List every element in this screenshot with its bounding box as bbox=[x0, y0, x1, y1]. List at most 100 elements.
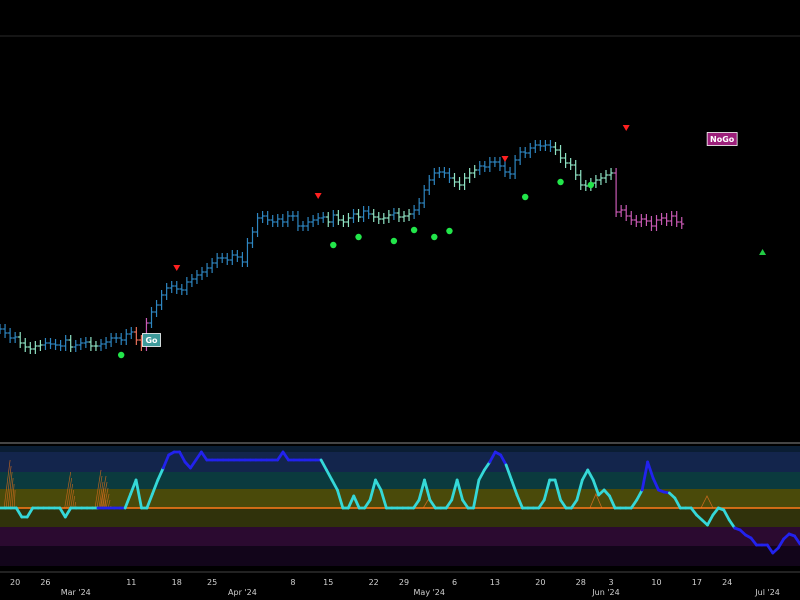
price-bar bbox=[83, 337, 89, 348]
price-bar bbox=[73, 340, 79, 352]
signal-dot bbox=[587, 181, 595, 189]
price-bar bbox=[335, 210, 341, 225]
price-bar bbox=[149, 307, 154, 328]
price-bar bbox=[285, 211, 291, 227]
price-bar bbox=[275, 214, 281, 227]
price-bar bbox=[512, 155, 518, 179]
price-bar bbox=[260, 211, 265, 223]
x-tick-label: 18 bbox=[172, 578, 182, 587]
price-bar bbox=[553, 142, 558, 155]
price-bar bbox=[194, 270, 200, 284]
price-bar bbox=[128, 327, 134, 339]
price-bar bbox=[452, 173, 457, 187]
x-tick-label: 10 bbox=[651, 578, 661, 587]
price-bar bbox=[68, 335, 74, 352]
price-bar bbox=[12, 332, 18, 343]
price-bar bbox=[164, 283, 170, 300]
x-tick-label: 28 bbox=[576, 578, 586, 587]
signal-dot bbox=[355, 233, 362, 241]
price-bar bbox=[108, 333, 114, 347]
price-bar bbox=[633, 215, 639, 227]
price-bar bbox=[659, 213, 664, 225]
price-bar bbox=[396, 208, 402, 222]
price-bar bbox=[638, 214, 644, 227]
price-bar bbox=[270, 215, 276, 227]
price-bar bbox=[214, 253, 220, 268]
price-bar bbox=[477, 161, 483, 175]
x-tick-label: 22 bbox=[369, 578, 379, 587]
signal-dot bbox=[410, 226, 418, 234]
price-bar bbox=[386, 210, 392, 223]
price-bar bbox=[88, 337, 94, 351]
price-bar bbox=[204, 263, 210, 277]
price-bar bbox=[674, 211, 680, 227]
x-tick-label: 15 bbox=[323, 578, 333, 587]
signal-dot bbox=[118, 351, 125, 359]
price-bar bbox=[568, 158, 574, 170]
price-bar bbox=[462, 173, 467, 190]
price-bar bbox=[381, 213, 387, 224]
price-bar bbox=[290, 211, 296, 221]
price-bar bbox=[654, 215, 659, 231]
price-bar bbox=[295, 211, 301, 231]
x-tick-label: 25 bbox=[207, 578, 217, 587]
price-bar bbox=[361, 206, 366, 222]
down-triangle-marker bbox=[622, 125, 630, 131]
price-bar bbox=[351, 209, 356, 223]
price-bar bbox=[98, 339, 104, 351]
price-bar bbox=[48, 338, 53, 349]
price-bar bbox=[154, 300, 159, 317]
price-bar bbox=[341, 215, 346, 227]
price-bar bbox=[543, 140, 548, 151]
price-bar bbox=[199, 267, 205, 280]
price-bar bbox=[356, 209, 361, 222]
price-bar bbox=[608, 168, 614, 180]
price-bar bbox=[22, 338, 28, 352]
price-bar bbox=[431, 168, 437, 185]
price-bar bbox=[482, 161, 488, 172]
x-axis: 20261118258152229613202831017248Mar '24A… bbox=[0, 571, 800, 597]
price-bar bbox=[159, 290, 164, 310]
price-bar bbox=[558, 145, 563, 163]
down-triangle-marker bbox=[501, 156, 509, 162]
up-triangle-marker bbox=[759, 249, 767, 255]
x-tick-label: 26 bbox=[40, 578, 50, 587]
price-bar bbox=[63, 335, 69, 351]
price-bar bbox=[618, 205, 624, 217]
price-bar bbox=[598, 173, 604, 185]
x-tick-label: 20 bbox=[535, 578, 545, 587]
price-bar bbox=[527, 143, 533, 158]
price-bar bbox=[27, 342, 33, 354]
price-bar bbox=[467, 168, 473, 183]
price-bar bbox=[169, 281, 175, 293]
price-bar bbox=[133, 327, 139, 345]
oscillator-zone bbox=[0, 546, 800, 566]
oscillator-zone bbox=[0, 452, 800, 472]
price-bar bbox=[300, 221, 306, 231]
price-bar bbox=[330, 210, 336, 227]
price-bar bbox=[53, 339, 58, 350]
x-tick-label: 20 bbox=[10, 578, 20, 587]
price-bar bbox=[174, 281, 180, 294]
x-month-label: Mar '24 bbox=[61, 588, 91, 597]
price-bar bbox=[532, 140, 538, 153]
price-bar bbox=[376, 212, 382, 224]
x-tick-label: 8 bbox=[290, 578, 295, 587]
price-bar bbox=[442, 167, 447, 178]
price-bar bbox=[310, 215, 316, 227]
down-triangle-marker bbox=[314, 193, 322, 199]
price-bar bbox=[265, 211, 271, 225]
price-bar bbox=[406, 209, 412, 221]
price-bar bbox=[436, 167, 442, 178]
price-bar bbox=[366, 206, 372, 219]
signal-dot bbox=[431, 233, 438, 241]
price-bar bbox=[669, 211, 675, 226]
price-bar bbox=[649, 216, 654, 231]
oscillator-zone bbox=[0, 472, 800, 489]
price-bar bbox=[502, 161, 508, 177]
price-bar bbox=[280, 214, 286, 227]
price-bar bbox=[325, 212, 331, 227]
badge-label: Go bbox=[145, 336, 158, 345]
price-bar bbox=[250, 227, 255, 248]
price-bar bbox=[457, 177, 462, 190]
